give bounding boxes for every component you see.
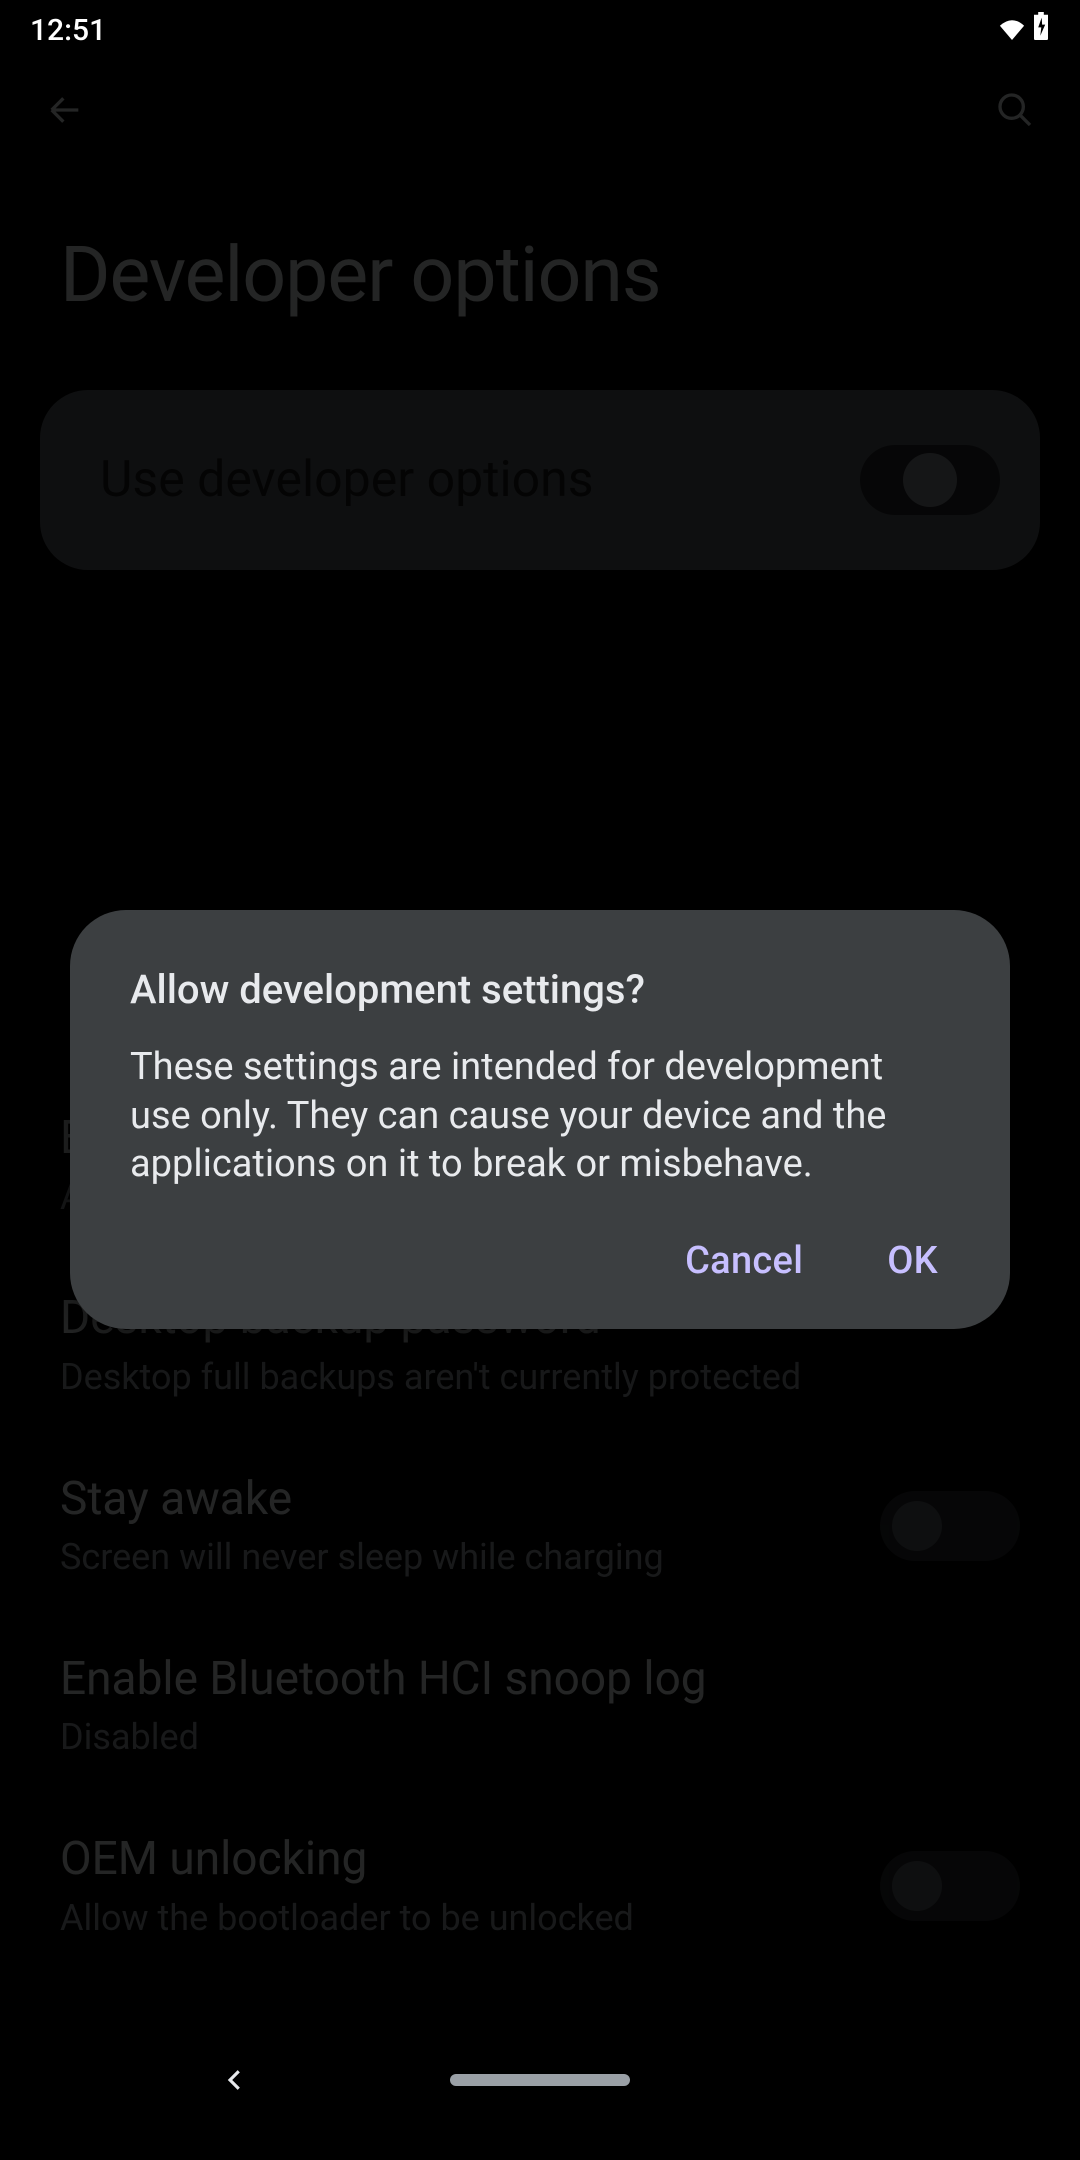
- status-bar: 12:51: [0, 0, 1080, 60]
- status-time: 12:51: [30, 13, 106, 48]
- nav-back-icon[interactable]: [220, 2065, 250, 2095]
- nav-home-pill[interactable]: [450, 2074, 630, 2086]
- allow-development-settings-dialog: Allow development settings? These settin…: [70, 910, 1010, 1329]
- cancel-button[interactable]: Cancel: [673, 1229, 815, 1293]
- system-navigation-bar: [0, 2050, 1080, 2110]
- wifi-icon: [998, 13, 1026, 48]
- dialog-body: These settings are intended for developm…: [130, 1043, 950, 1189]
- dialog-title: Allow development settings?: [130, 966, 950, 1013]
- battery-charging-icon: [1032, 12, 1050, 48]
- ok-button[interactable]: OK: [875, 1229, 950, 1293]
